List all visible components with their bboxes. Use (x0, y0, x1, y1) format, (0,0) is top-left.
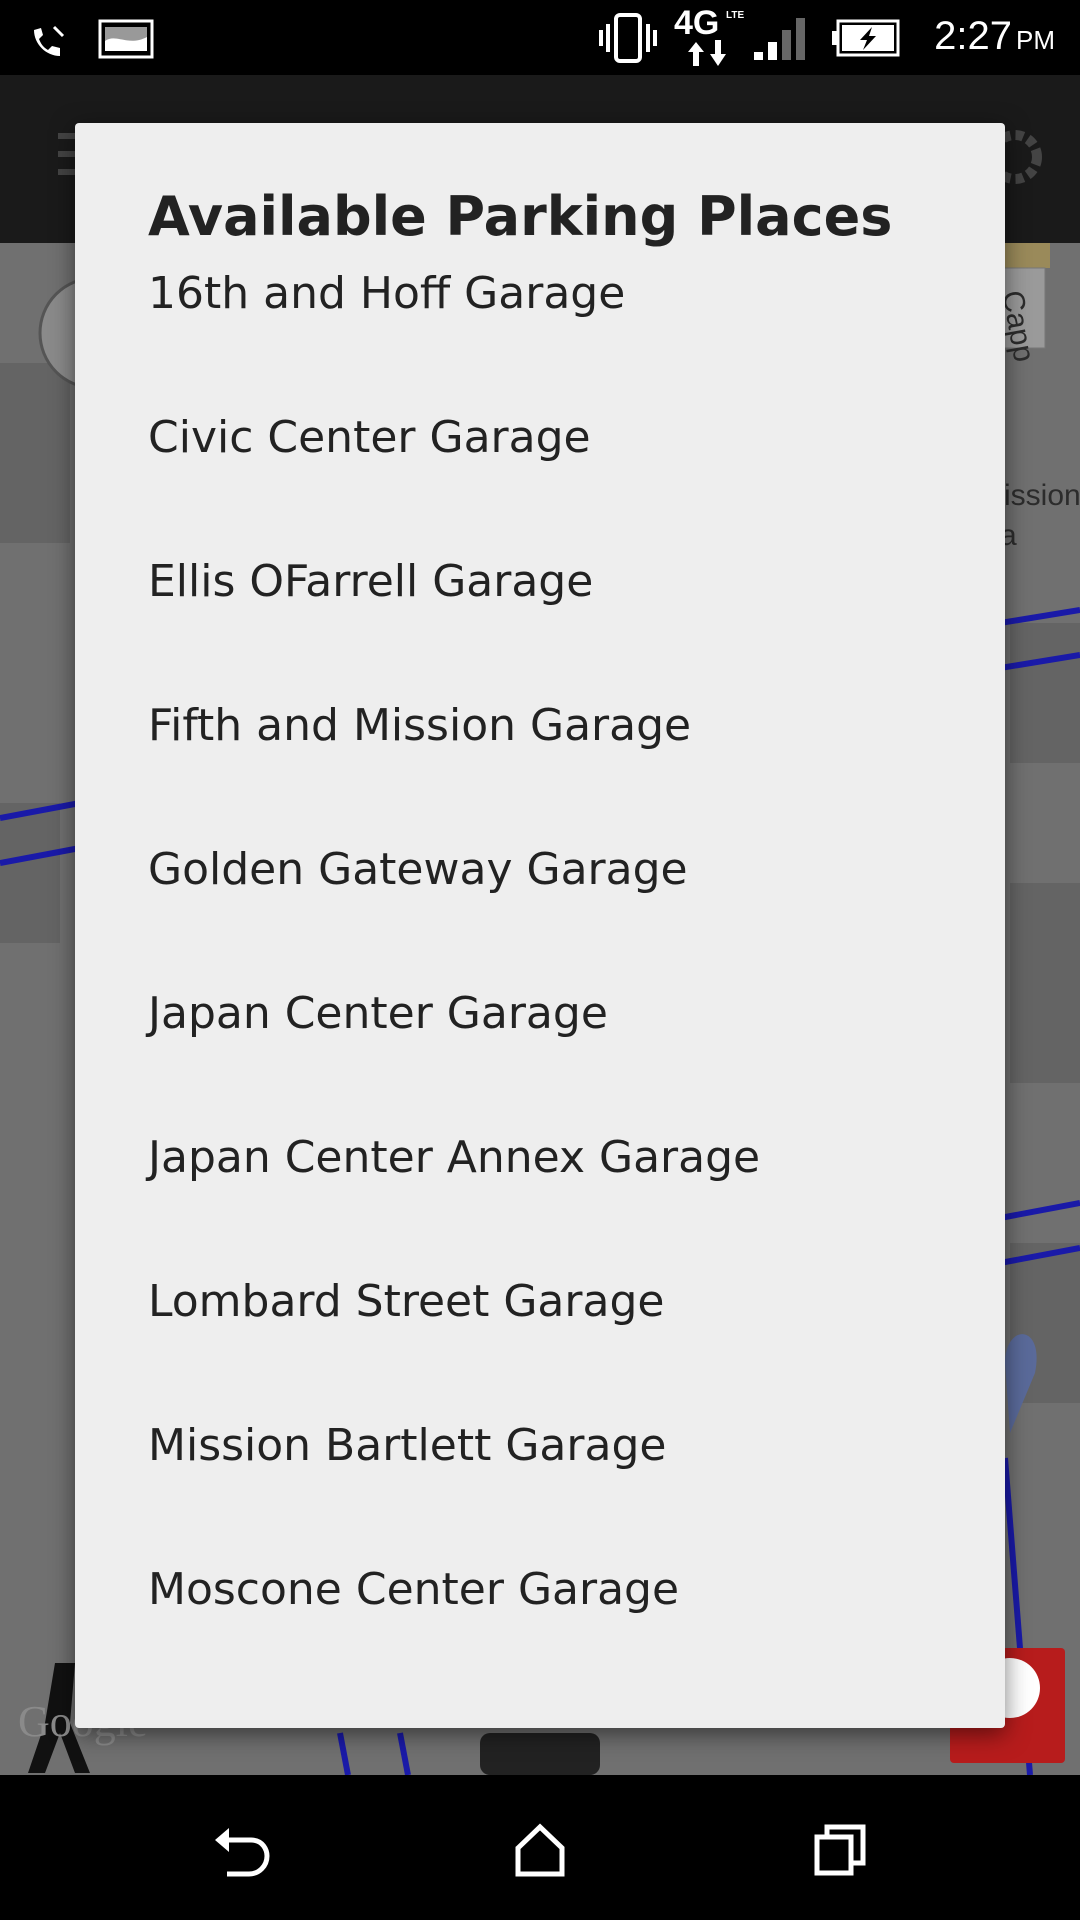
map-place-label: ission (1004, 479, 1080, 512)
vibrate-icon (599, 13, 657, 63)
parking-places-dialog: Available Parking Places 16th and Hoff G… (75, 123, 1005, 1728)
signal-icon (754, 18, 805, 60)
list-item[interactable]: Civic Center Garage (75, 415, 1005, 559)
list-item[interactable]: Fifth and Mission Garage (75, 703, 1005, 847)
list-item[interactable]: Lombard Street Garage (75, 1279, 1005, 1423)
recents-icon (814, 1824, 866, 1876)
back-icon (215, 1828, 270, 1877)
list-item[interactable]: Japan Center Garage (75, 991, 1005, 1135)
list-item[interactable]: Ellis OFarrell Garage (75, 559, 1005, 703)
recents-button[interactable] (795, 1805, 885, 1895)
gallery-icon (98, 19, 154, 59)
4g-lte-icon: 4G LTE (672, 4, 744, 68)
list-item[interactable]: Golden Gateway Garage (75, 847, 1005, 991)
status-bar: 4G LTE 2:27 PM (0, 0, 1080, 75)
settings-gear-icon[interactable] (1005, 127, 1055, 187)
status-time: 2:27 PM (934, 14, 1055, 58)
battery-charging-icon (832, 19, 900, 57)
home-icon (515, 1823, 565, 1877)
list-item[interactable]: 16th and Hoff Garage (75, 271, 1005, 415)
list-item[interactable]: Moscone Center Garage (75, 1567, 1005, 1711)
parking-places-list: 16th and Hoff Garage Civic Center Garage… (75, 271, 1005, 1711)
navigation-bar (0, 1775, 1080, 1920)
home-button[interactable] (495, 1805, 585, 1895)
dialog-title: Available Parking Places (148, 185, 893, 248)
missed-call-icon (34, 25, 65, 56)
list-item[interactable]: Japan Center Annex Garage (75, 1135, 1005, 1279)
back-button[interactable] (196, 1805, 286, 1895)
list-item[interactable]: Mission Bartlett Garage (75, 1423, 1005, 1567)
